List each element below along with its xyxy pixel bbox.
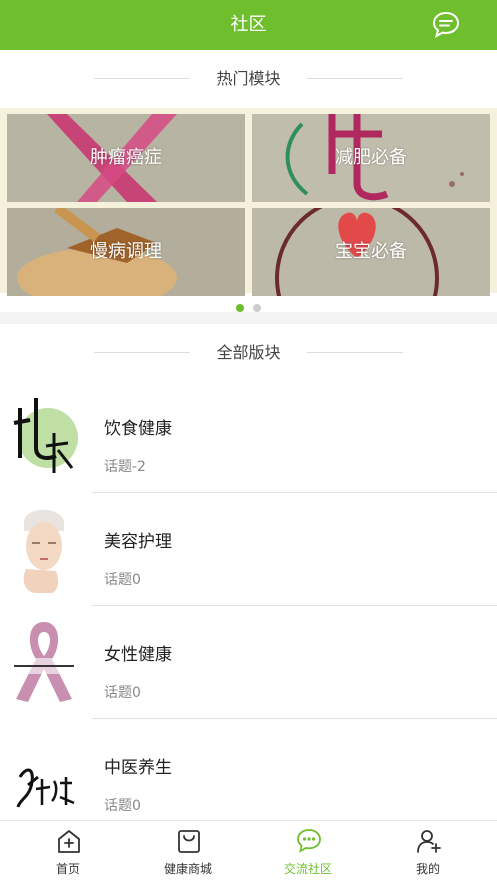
hot-modules-section: 热门模块 肿瘤癌症 减肥必备 慢病调理 宝宝必备 <box>0 50 497 312</box>
tab-health-mall[interactable]: 健康商城 <box>126 821 250 883</box>
board-topic-count: 话题0 <box>104 685 141 701</box>
board-title: 中医养生 <box>104 758 172 778</box>
chat-bubble-icon <box>432 11 460 39</box>
divider <box>307 78 403 79</box>
board-item-beauty-care[interactable]: 美容护理 话题0 <box>0 493 497 606</box>
tab-community[interactable]: 交流社区 <box>246 821 370 883</box>
pagination-dot-active[interactable] <box>235 304 244 312</box>
board-item-tcm-wellness[interactable]: 中医养生 话题0 <box>0 719 497 832</box>
all-boards-heading: 全部版块 <box>216 343 281 362</box>
board-item-diet-health[interactable]: 饮食健康 话题-2 <box>0 380 497 493</box>
tab-label: 首页 <box>55 862 80 876</box>
divider <box>307 352 403 353</box>
user-add-icon <box>417 830 441 853</box>
board-title: 女性健康 <box>104 645 172 665</box>
all-boards-section: 全部版块 饮食健康 话题-2 美容护理 话题0 女性健康 话题0 中医养生 话题… <box>0 324 497 820</box>
hot-tile-tumor-cancer[interactable]: 肿瘤癌症 <box>7 114 245 202</box>
pink-ribbon-thumbnail <box>10 622 78 702</box>
carousel-pagination <box>0 297 497 312</box>
page-title: 社区 <box>230 14 267 35</box>
tab-label: 健康商城 <box>163 862 212 876</box>
pagination-dot[interactable] <box>253 304 262 312</box>
diet-calligraphy-thumbnail <box>13 398 78 473</box>
home-plus-icon <box>58 830 80 853</box>
tile-label: 宝宝必备 <box>335 241 407 262</box>
tab-my[interactable]: 我的 <box>366 821 490 883</box>
tcm-calligraphy-thumbnail <box>16 768 75 808</box>
hot-tile-chronic-disease[interactable]: 慢病调理 <box>7 208 245 296</box>
hot-modules-carousel[interactable]: 肿瘤癌症 减肥必备 慢病调理 宝宝必备 <box>0 108 497 296</box>
spa-woman-thumbnail <box>23 509 64 593</box>
all-boards-header: 全部版块 <box>0 324 497 382</box>
hot-tile-baby-care[interactable]: 宝宝必备 <box>252 208 490 296</box>
bottom-tab-bar: 首页 健康商城 交流社区 我的 <box>0 820 497 883</box>
tile-label: 肿瘤癌症 <box>90 147 162 168</box>
tab-label: 交流社区 <box>283 862 332 876</box>
hot-tile-weight-loss[interactable]: 减肥必备 <box>252 114 490 202</box>
board-title: 饮食健康 <box>104 419 172 439</box>
tab-home[interactable]: 首页 <box>6 821 130 883</box>
tile-label: 减肥必备 <box>335 147 407 168</box>
message-button[interactable] <box>431 10 461 40</box>
board-item-womens-health[interactable]: 女性健康 话题0 <box>0 606 497 719</box>
board-topic-count: 话题0 <box>104 572 141 588</box>
board-topic-count: 话题0 <box>104 798 141 814</box>
chat-bubble-icon <box>297 829 321 853</box>
hot-modules-heading: 热门模块 <box>216 69 281 88</box>
shopping-bag-icon <box>178 830 200 853</box>
hot-modules-header: 热门模块 <box>0 50 497 108</box>
top-nav-bar: 社区 <box>0 0 497 50</box>
board-title: 美容护理 <box>104 532 172 552</box>
tab-label: 我的 <box>415 862 440 876</box>
board-topic-count: 话题-2 <box>104 459 146 475</box>
tile-label: 慢病调理 <box>90 241 162 262</box>
